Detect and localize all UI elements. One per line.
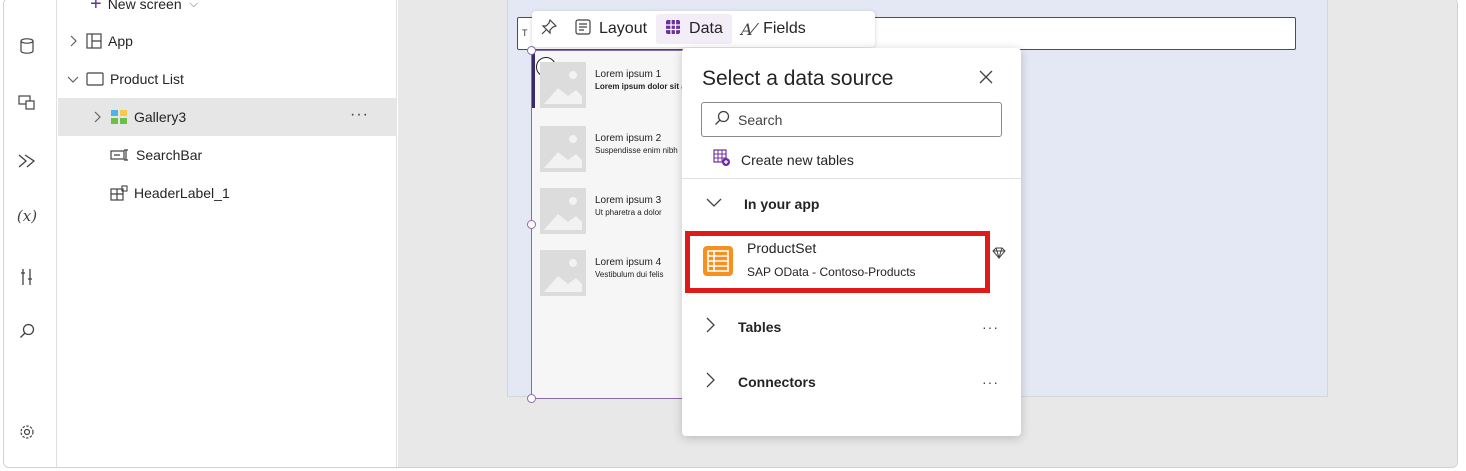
- screens-icon[interactable]: [15, 90, 39, 114]
- gallery-item-title: Lorem ipsum 2: [595, 133, 662, 144]
- gallery-item[interactable]: Lorem ipsum 2 Suspendisse enim nibh: [540, 126, 685, 172]
- divider: [682, 178, 1021, 179]
- search-icon[interactable]: [15, 319, 39, 343]
- tree-item-label: Gallery3: [134, 109, 187, 125]
- gallery-item-subtitle: Lorem ipsum dolor sit amet: [595, 82, 685, 91]
- section-connectors[interactable]: Connectors: [706, 372, 816, 392]
- database-icon[interactable]: [15, 34, 39, 58]
- sap-table-icon: [703, 246, 733, 276]
- search-icon: [714, 110, 730, 129]
- tree-view: + New screen ⌵ App Product List Gallery3…: [58, 0, 397, 467]
- search-input[interactable]: Search: [701, 102, 1002, 137]
- text-input-icon: [110, 148, 130, 162]
- data-label: Data: [689, 20, 723, 37]
- tree-item-headerlabel[interactable]: HeaderLabel_1: [58, 174, 397, 212]
- section-in-your-app[interactable]: In your app: [706, 195, 819, 212]
- label-icon: [110, 185, 128, 201]
- tree-item-label: Product List: [110, 71, 184, 87]
- select-data-source-panel: Select a data source Search Create new t…: [682, 48, 1021, 436]
- screen-icon: [86, 72, 104, 86]
- image-placeholder-icon: [540, 250, 586, 296]
- plus-icon: +: [90, 0, 102, 15]
- tree-item-label: App: [108, 33, 133, 49]
- settings-icon[interactable]: [15, 420, 39, 444]
- gallery-item-title: Lorem ipsum 3: [595, 195, 662, 206]
- tree-item-gallery3[interactable]: Gallery3 ···: [58, 98, 397, 136]
- chevron-down-icon: [706, 195, 722, 212]
- gallery-control[interactable]: Lorem ipsum 1 Lorem ipsum dolor sit amet…: [531, 50, 686, 399]
- data-button[interactable]: Data: [656, 14, 732, 44]
- resize-handle[interactable]: [527, 46, 536, 55]
- chevron-right-icon: [706, 317, 716, 337]
- create-new-tables-button[interactable]: Create new tables: [713, 149, 854, 170]
- chevron-right-icon[interactable]: [90, 111, 104, 123]
- chevron-down-icon: ⌵: [189, 0, 198, 10]
- pin-button[interactable]: [532, 14, 566, 44]
- section-label: Tables: [738, 319, 782, 335]
- more-options-icon[interactable]: ···: [350, 106, 369, 124]
- section-label: In your app: [744, 195, 820, 212]
- app-icon: [86, 33, 102, 49]
- tools-icon[interactable]: [15, 265, 39, 289]
- premium-diamond-icon: [992, 246, 1006, 262]
- data-source-productset[interactable]: ProductSet SAP OData - Contoso-Products: [685, 231, 990, 293]
- image-placeholder-icon: [540, 62, 586, 108]
- panel-title: Select a data source: [702, 67, 894, 90]
- tree-item-app[interactable]: App: [58, 22, 397, 60]
- gallery-item-subtitle: Ut pharetra a dolor: [595, 208, 662, 217]
- search-placeholder: Search: [738, 111, 783, 128]
- new-screen-label: New screen: [107, 0, 182, 12]
- gallery-item[interactable]: Lorem ipsum 4 Vestibulum dui felis: [540, 250, 685, 296]
- close-icon[interactable]: [979, 67, 993, 90]
- source-subtitle: SAP OData - Contoso-Products: [747, 265, 916, 279]
- fields-icon: A⁄: [740, 19, 756, 39]
- image-placeholder-icon: [540, 188, 586, 234]
- gallery-item-subtitle: Vestibulum dui felis: [595, 270, 664, 279]
- chevron-down-icon[interactable]: [66, 75, 80, 83]
- data-table-icon: [665, 19, 681, 40]
- section-label: Connectors: [738, 374, 816, 390]
- gallery-icon: [110, 109, 128, 125]
- source-name: ProductSet: [747, 240, 817, 256]
- gallery-item[interactable]: Lorem ipsum 3 Ut pharetra a dolor: [540, 188, 685, 234]
- create-label: Create new tables: [741, 151, 854, 168]
- resize-handle[interactable]: [527, 220, 536, 229]
- variables-icon[interactable]: (x): [15, 204, 39, 228]
- chevron-right-icon: [706, 372, 716, 392]
- more-options-icon[interactable]: ···: [982, 319, 999, 335]
- new-screen-button[interactable]: + New screen ⌵: [58, 0, 397, 23]
- control-toolbar: Layout Data A⁄ Fields: [532, 11, 875, 47]
- left-rail: (x): [4, 0, 57, 467]
- gallery-item-title: Lorem ipsum 1: [595, 69, 662, 80]
- chevron-right-icon[interactable]: [66, 35, 80, 47]
- tree-item-searchbar[interactable]: SearchBar: [58, 136, 397, 174]
- tree-item-label: SearchBar: [136, 147, 203, 163]
- gallery-item[interactable]: Lorem ipsum 1 Lorem ipsum dolor sit amet: [540, 62, 685, 108]
- fields-button[interactable]: A⁄ Fields: [732, 14, 815, 44]
- gallery-item-title: Lorem ipsum 4: [595, 257, 662, 268]
- resize-handle[interactable]: [527, 394, 536, 403]
- layout-label: Layout: [599, 20, 648, 37]
- gallery-item-subtitle: Suspendisse enim nibh: [595, 146, 678, 155]
- selection-indicator: [532, 51, 535, 108]
- fields-label: Fields: [763, 20, 806, 37]
- section-tables[interactable]: Tables: [706, 317, 781, 337]
- layout-button[interactable]: Layout: [566, 14, 656, 44]
- tree-item-label: HeaderLabel_1: [134, 185, 230, 201]
- image-placeholder-icon: [540, 126, 586, 172]
- searchbar-text: T: [522, 28, 528, 38]
- layout-icon: [575, 18, 591, 40]
- more-options-icon[interactable]: ···: [982, 374, 999, 390]
- app-frame: (x) + New screen ⌵ App Product List Gall…: [0, 0, 1466, 471]
- pin-icon: [541, 18, 558, 40]
- tree-item-product-list[interactable]: Product List: [58, 60, 397, 98]
- power-automate-icon[interactable]: [15, 149, 39, 173]
- create-table-icon: [713, 149, 731, 170]
